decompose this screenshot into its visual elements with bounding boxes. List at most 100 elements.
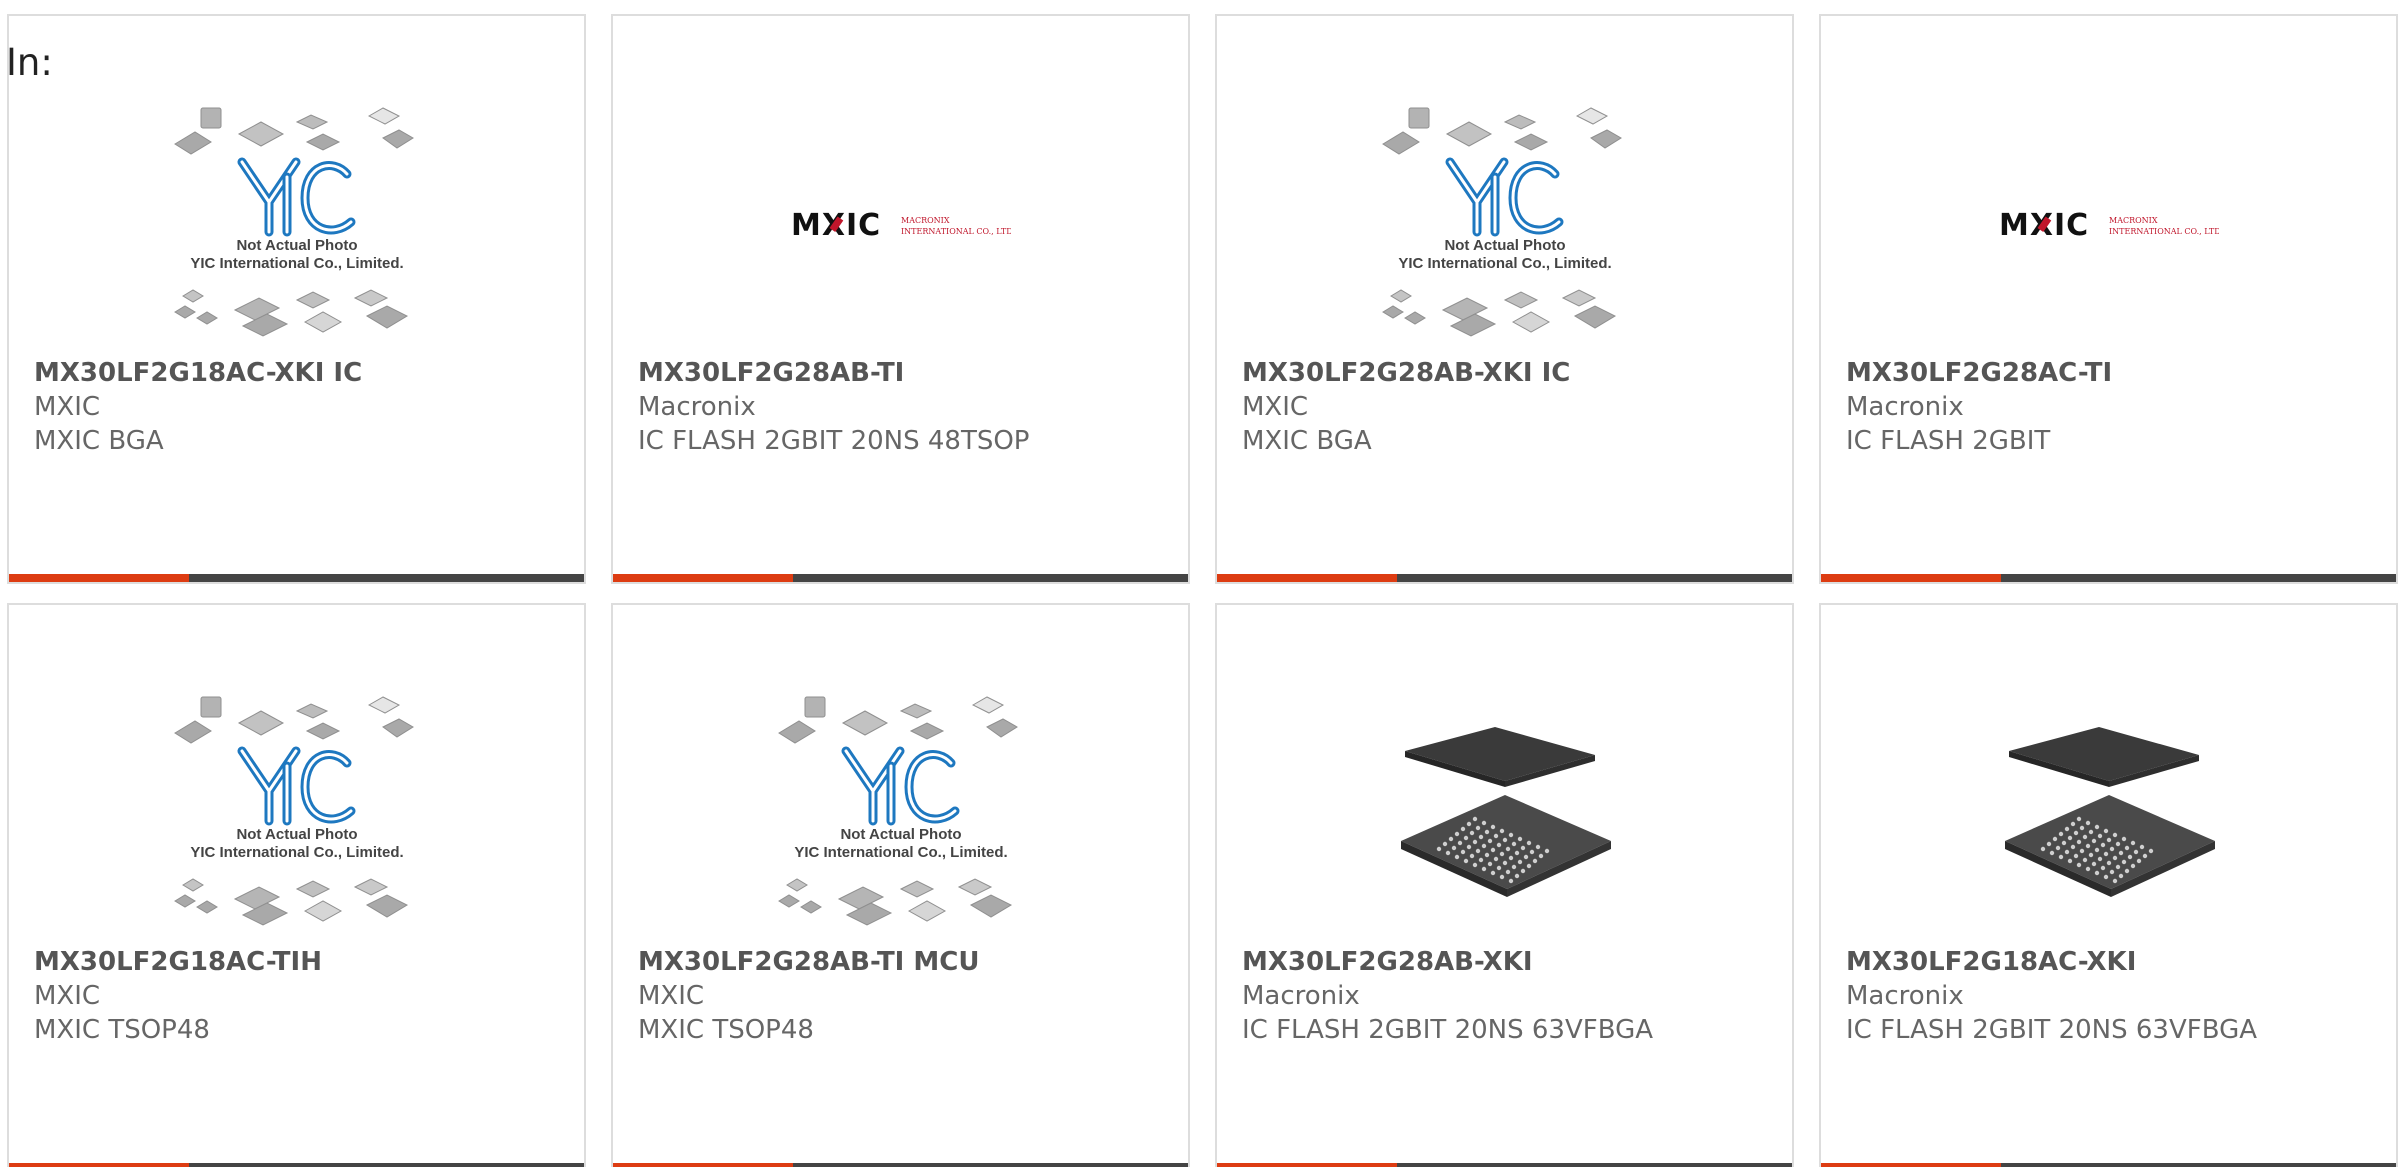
bga-ball (2130, 863, 2135, 869)
bga-ball (1481, 843, 1486, 849)
product-image[interactable]: Not Actual Photo YIC International Co., … (613, 681, 1188, 951)
bga-ball (2100, 842, 2105, 848)
bga-ball (2091, 838, 2096, 844)
card-accent-bar (613, 1163, 793, 1167)
product-card[interactable]: MXIC MACRONIX INTERNATIONAL CO., LTD. MX… (1819, 14, 2398, 584)
bga-ball (1493, 833, 1498, 839)
bga-ball (1496, 842, 1501, 848)
yic-logo (841, 746, 959, 826)
bga-ball (2046, 841, 2051, 847)
product-card[interactable]: MXIC MACRONIX INTERNATIONAL CO., LTD. MX… (611, 14, 1190, 584)
card-bottom-bar (1217, 574, 1792, 582)
product-part-number[interactable]: MX30LF2G28AB-TI (638, 356, 1168, 390)
card-bottom-bar (1821, 1163, 2396, 1167)
bga-ball (2112, 832, 2117, 838)
card-bottom-bar (9, 574, 584, 582)
product-image[interactable] (1821, 681, 2396, 951)
bga-ball (1454, 831, 1459, 837)
bga-ball (2088, 829, 2093, 835)
bga-ball (1487, 861, 1492, 867)
mxic-tagline-line1: MACRONIX (2109, 216, 2158, 225)
bga-ball (1460, 849, 1465, 855)
bga-ball (1514, 873, 1519, 879)
product-part-number[interactable]: MX30LF2G28AB-XKI IC (1242, 356, 1772, 390)
bga-ball (1508, 832, 1513, 838)
product-part-number[interactable]: MX30LF2G28AC-TI (1846, 356, 2376, 390)
bga-ball (1454, 854, 1459, 860)
bga-ball (1532, 858, 1537, 864)
card-accent-bar (9, 574, 189, 582)
product-part-number[interactable]: MX30LF2G18AC-XKI (1846, 945, 2376, 979)
bga-ball (1463, 858, 1468, 864)
bga-ball (2073, 853, 2078, 859)
product-image[interactable]: Not Actual Photo YIC International Co., … (1217, 92, 1792, 362)
product-card[interactable]: Not Actual Photo YIC International Co., … (1215, 14, 1794, 584)
bga-ball (1451, 845, 1456, 851)
bga-ball (2133, 849, 2138, 855)
bga-ball (1466, 821, 1471, 827)
bga-ball (1514, 850, 1519, 856)
product-card[interactable]: MX30LF2G18AC-XKI Macronix IC FLASH 2GBIT… (1819, 603, 2398, 1167)
bga-ball (1538, 853, 1543, 859)
bga-ball (1472, 862, 1477, 868)
product-card[interactable]: MX30LF2G28AB-XKI Macronix IC FLASH 2GBIT… (1215, 603, 1794, 1167)
product-part-number[interactable]: MX30LF2G28AB-TI MCU (638, 945, 1168, 979)
product-image[interactable]: Not Actual Photo YIC International Co., … (9, 92, 584, 362)
product-description: MXIC TSOP48 (34, 1015, 210, 1045)
product-part-number[interactable]: MX30LF2G28AB-XKI (1242, 945, 1772, 979)
product-manufacturer: MXIC (34, 392, 101, 422)
product-grid: Not Actual Photo YIC International Co., … (7, 14, 2398, 1167)
product-description: IC FLASH 2GBIT 20NS 63VFBGA (1846, 1015, 2258, 1045)
bga-ball (2073, 830, 2078, 836)
bga-ball (1478, 834, 1483, 840)
product-description: IC FLASH 2GBIT 20NS 63VFBGA (1242, 1015, 1654, 1045)
bga-ball (1463, 835, 1468, 841)
bga-ball (2076, 839, 2081, 845)
card-bottom-bar (1217, 1163, 1792, 1167)
bga-ball (1484, 829, 1489, 835)
mxic-tagline-line1: MACRONIX (901, 216, 950, 225)
bga-ball (2103, 851, 2108, 857)
product-manufacturer: Macronix (1846, 981, 1964, 1011)
bga-ball (2112, 855, 2117, 861)
bga-ball (1490, 847, 1495, 853)
bga-ball (1481, 820, 1486, 826)
bga-ball (2064, 826, 2069, 832)
mxic-logo-image: MXIC MACRONIX INTERNATIONAL CO., LTD. (791, 208, 1011, 243)
bga-ball (2082, 857, 2087, 863)
card-accent-bar (1217, 574, 1397, 582)
product-image[interactable]: Not Actual Photo YIC International Co., … (9, 681, 584, 951)
bga-ball (1520, 868, 1525, 874)
bga-ball (1496, 865, 1501, 871)
bga-ball (1505, 846, 1510, 852)
bga-ball (1517, 836, 1522, 842)
bga-ball (1511, 864, 1516, 870)
yic-logo (1445, 157, 1563, 237)
bga-ball (2049, 850, 2054, 856)
placeholder-caption-line2: YIC International Co., Limited. (1398, 255, 1611, 272)
bga-ball (1490, 870, 1495, 876)
product-card[interactable]: Not Actual Photo YIC International Co., … (7, 603, 586, 1167)
placeholder-caption-line2: YIC International Co., Limited. (794, 844, 1007, 861)
bga-ball (2070, 844, 2075, 850)
card-bottom-bar (1821, 574, 2396, 582)
bga-ball (2106, 837, 2111, 843)
bga-ball (2055, 845, 2060, 851)
yic-placeholder-image: Not Actual Photo YIC International Co., … (777, 696, 1018, 926)
bga-ball (2064, 849, 2069, 855)
product-description: IC FLASH 2GBIT 20NS 48TSOP (638, 426, 1030, 456)
bga-ball (2112, 878, 2117, 884)
product-image[interactable] (1217, 681, 1792, 951)
card-accent-bar (1821, 1163, 2001, 1167)
card-bottom-bar (613, 1163, 1188, 1167)
product-image[interactable]: MXIC MACRONIX INTERNATIONAL CO., LTD. (613, 92, 1188, 362)
product-image[interactable]: MXIC MACRONIX INTERNATIONAL CO., LTD. (1821, 92, 2396, 362)
product-part-number[interactable]: MX30LF2G18AC-TIH (34, 945, 564, 979)
placeholder-caption-line1: Not Actual Photo (1444, 237, 1565, 254)
bga-ball (2136, 858, 2141, 864)
product-card[interactable]: Not Actual Photo YIC International Co., … (611, 603, 1190, 1167)
bga-ball (1520, 845, 1525, 851)
bga-ball (1472, 816, 1477, 822)
product-card[interactable]: Not Actual Photo YIC International Co., … (7, 14, 586, 584)
product-part-number[interactable]: MX30LF2G18AC-XKI IC (34, 356, 564, 390)
